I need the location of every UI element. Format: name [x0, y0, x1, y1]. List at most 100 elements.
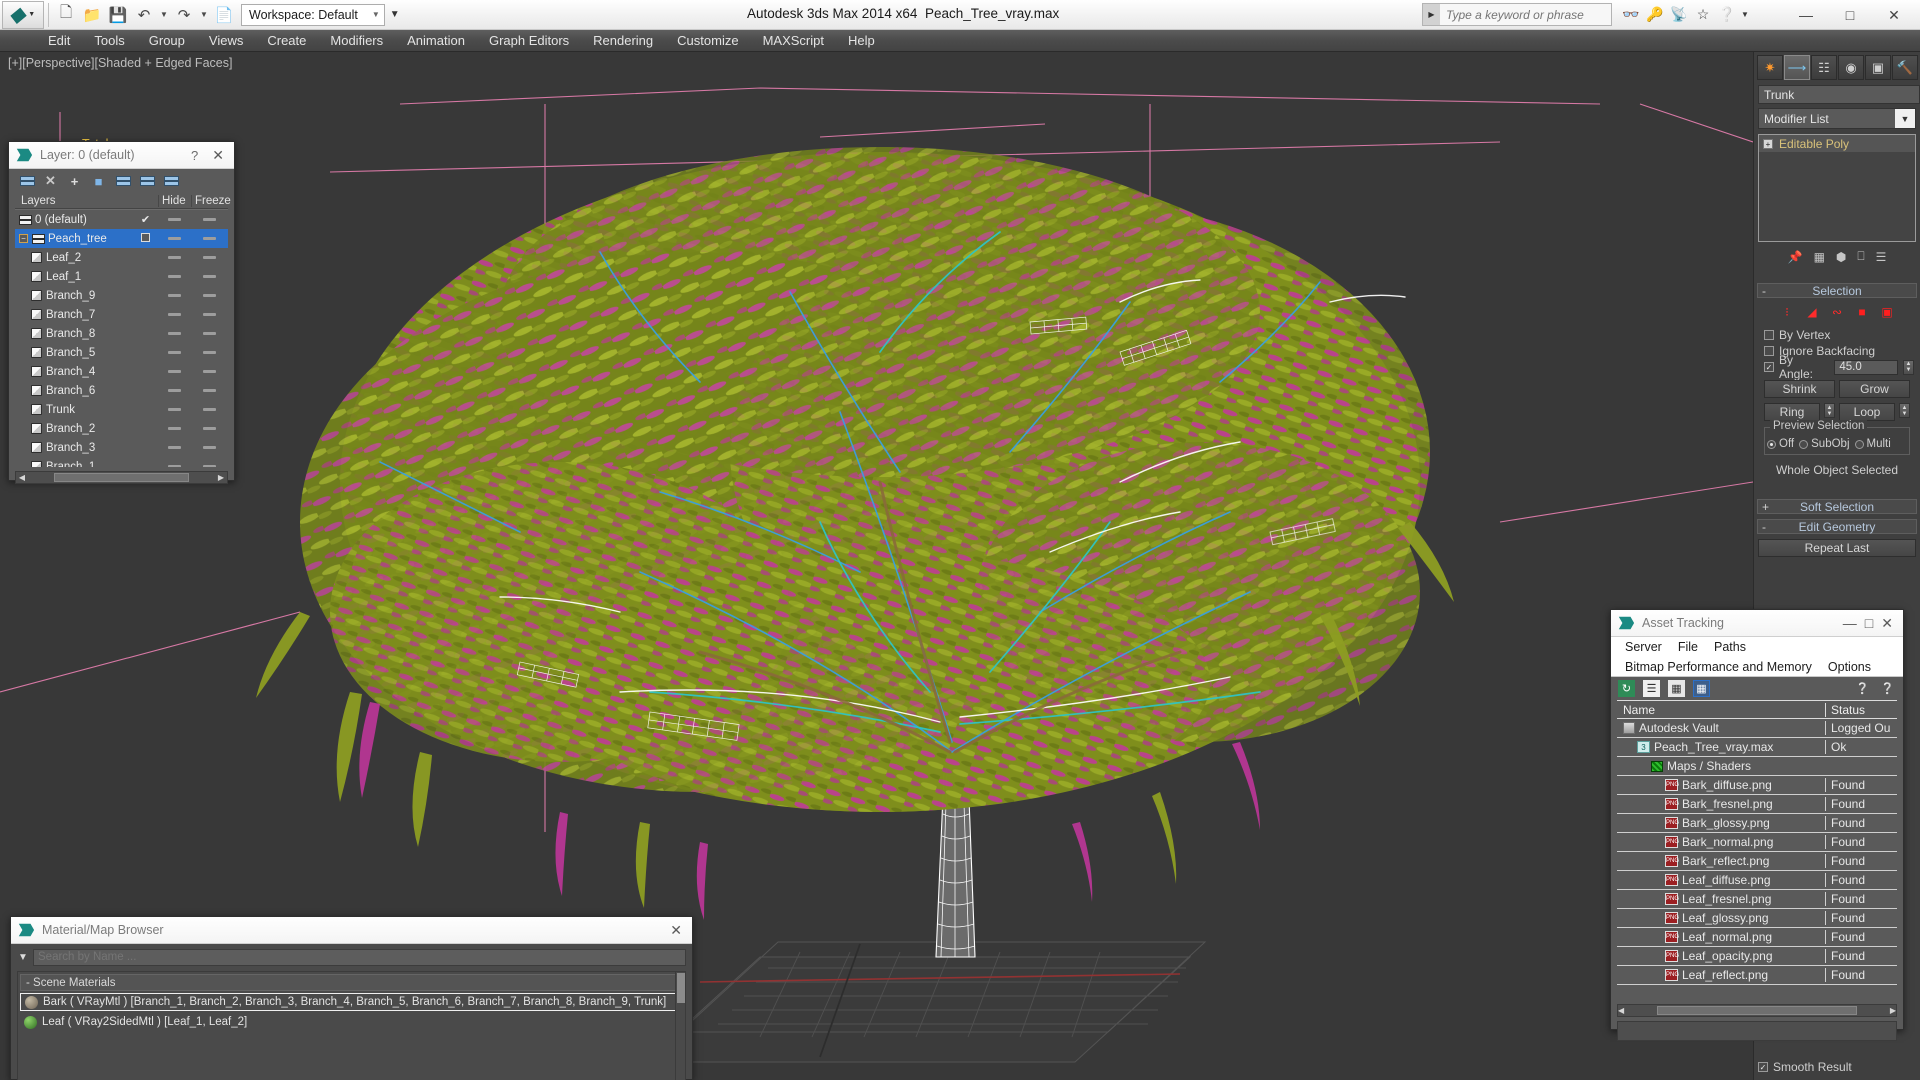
binoculars-icon[interactable]: 👓	[1620, 3, 1642, 26]
smooth-result-row[interactable]: ✓ Smooth Result	[1758, 1060, 1852, 1074]
layer-row-name-cell[interactable]: Branch_2	[15, 423, 133, 435]
layer-row-name-cell[interactable]: Trunk	[15, 404, 133, 416]
asset-row-name-cell[interactable]: Maps / Shaders	[1617, 759, 1825, 773]
asset-row[interactable]: PNG Bark_fresnel.png Found	[1617, 795, 1897, 814]
create-tab[interactable]: ✷	[1757, 55, 1783, 80]
layer-row[interactable]: Branch_3	[15, 438, 228, 457]
asset-row[interactable]: PNG Bark_normal.png Found	[1617, 833, 1897, 852]
collapse-icon[interactable]: -	[1762, 520, 1766, 534]
search-input[interactable]	[1440, 4, 1611, 25]
layer-row[interactable]: Trunk	[15, 400, 228, 419]
scroll-right-icon[interactable]: ▶	[1890, 1006, 1896, 1015]
layer-hide-toggle[interactable]	[158, 332, 191, 335]
layer-row[interactable]: Branch_2	[15, 419, 228, 438]
asset-row[interactable]: Autodesk Vault Logged Ou	[1617, 719, 1897, 738]
preview-option-multi[interactable]: Multi	[1854, 438, 1891, 450]
asset-row[interactable]: PNG Leaf_diffuse.png Found	[1617, 871, 1897, 890]
asset-row[interactable]: PNG Bark_diffuse.png Found	[1617, 776, 1897, 795]
shrink-button[interactable]: Shrink	[1764, 380, 1835, 398]
layer-properties-icon[interactable]	[163, 174, 179, 189]
layer-freeze-toggle[interactable]	[191, 427, 228, 430]
layer-freeze-toggle[interactable]	[191, 446, 228, 449]
refresh-icon[interactable]: ↻	[1618, 680, 1635, 697]
asset-row-name-cell[interactable]: PNG Leaf_opacity.png	[1617, 949, 1825, 963]
layer-row-name-cell[interactable]: Branch_9	[15, 290, 133, 302]
pin-stack-icon[interactable]: 📌	[1788, 250, 1803, 264]
layer-row-name-cell[interactable]: Branch_8	[15, 328, 133, 340]
menu-item-tools[interactable]: Tools	[82, 30, 136, 52]
help-assets-icon[interactable]: ❔	[1854, 680, 1871, 697]
menu-item-edit[interactable]: Edit	[36, 30, 82, 52]
material-browser-titlebar[interactable]: Material/Map Browser ✕	[11, 917, 692, 944]
asset-tracking-titlebar[interactable]: Asset Tracking — □ ✕	[1611, 610, 1903, 637]
grow-button[interactable]: Grow	[1839, 380, 1910, 398]
show-end-result-icon[interactable]: ▦	[1814, 250, 1825, 264]
app-logo-button[interactable]: ◆ ▼	[2, 0, 44, 29]
ring-spinner[interactable]: ▲ ▼	[1824, 403, 1835, 418]
save-file-button[interactable]: 💾	[105, 2, 131, 28]
maximize-button[interactable]: □	[1828, 0, 1872, 30]
by-vertex-row[interactable]: By Vertex	[1764, 327, 1914, 343]
layer-freeze-toggle[interactable]	[191, 408, 228, 411]
hierarchy-tab[interactable]: ☷	[1811, 55, 1837, 80]
material-vscrollbar[interactable]	[675, 972, 685, 1080]
collapse-icon[interactable]: -	[1762, 284, 1766, 298]
layer-row-name-cell[interactable]: Branch_4	[15, 366, 133, 378]
layer-row[interactable]: Branch_7	[15, 305, 228, 324]
layer-freeze-toggle[interactable]	[191, 332, 228, 335]
layer-hscrollbar[interactable]: ◀ ▶	[15, 471, 228, 484]
asset-hscrollbar[interactable]: ◀ ▶	[1617, 1004, 1897, 1017]
modifier-list-dropdown[interactable]: Modifier List ▼	[1758, 108, 1916, 129]
rollout-edit-geometry[interactable]: - Edit Geometry	[1757, 519, 1917, 534]
menu-item-graph-editors[interactable]: Graph Editors	[477, 30, 581, 52]
help-icon[interactable]: ❔	[1716, 3, 1738, 26]
layer-hide-toggle[interactable]	[158, 218, 191, 221]
asset-row[interactable]: PNG Leaf_glossy.png Found	[1617, 909, 1897, 928]
chevron-down-icon[interactable]: ▼	[1895, 109, 1915, 128]
layer-freeze-toggle[interactable]	[191, 256, 228, 259]
layer-hide-toggle[interactable]	[158, 427, 191, 430]
layer-hide-toggle[interactable]	[158, 294, 191, 297]
ring-button[interactable]: Ring	[1764, 403, 1820, 421]
modifier-stack-item-editable-poly[interactable]: + Editable Poly	[1759, 135, 1915, 152]
menu-item-views[interactable]: Views	[197, 30, 255, 52]
expand-icon[interactable]: +	[1763, 138, 1773, 149]
grid-view-icon[interactable]: ▦	[1693, 680, 1710, 697]
select-objects-in-layer-icon[interactable]: ■	[91, 174, 106, 189]
layer-hide-toggle[interactable]	[158, 256, 191, 259]
asset-row-name-cell[interactable]: Autodesk Vault	[1617, 721, 1825, 735]
maximize-icon[interactable]: □	[1861, 615, 1877, 631]
asset-row-name-cell[interactable]: PNG Leaf_glossy.png	[1617, 911, 1825, 925]
column-status[interactable]: Status	[1825, 702, 1897, 717]
loop-button[interactable]: Loop	[1839, 403, 1895, 421]
layer-freeze-toggle[interactable]	[191, 275, 228, 278]
layer-hide-toggle[interactable]	[158, 313, 191, 316]
menu-item-modifiers[interactable]: Modifiers	[318, 30, 395, 52]
layer-row[interactable]: 0 (default) ✔	[15, 210, 228, 229]
element-icon[interactable]: ▣	[1879, 304, 1896, 319]
menu-item-group[interactable]: Group	[137, 30, 197, 52]
redo-dropdown-icon[interactable]: ▼	[197, 2, 211, 28]
layer-row-name-cell[interactable]: Branch_7	[15, 309, 133, 321]
smooth-result-checkbox[interactable]: ✓	[1758, 1062, 1768, 1072]
new-layer-icon[interactable]	[19, 174, 35, 189]
layer-hide-toggle[interactable]	[158, 275, 191, 278]
open-file-button[interactable]: 📁	[79, 2, 105, 28]
layer-list[interactable]: 0 (default) ✔ − Peach_tree Leaf_2 Leaf_1 Branc…	[15, 209, 228, 467]
asset-menu-bitmap-performance[interactable]: Bitmap Performance and Memory	[1617, 660, 1820, 674]
layer-hide-toggle[interactable]	[158, 351, 191, 354]
layer-row-name-cell[interactable]: 0 (default)	[15, 214, 133, 226]
asset-tracking-dialog[interactable]: Asset Tracking — □ ✕ Server File Paths B…	[1610, 609, 1904, 1041]
repeat-last-button[interactable]: Repeat Last	[1758, 539, 1916, 557]
layer-row[interactable]: − Peach_tree	[15, 229, 228, 248]
by-angle-spinner[interactable]: ▲ ▼	[1903, 359, 1914, 375]
layer-row-name-cell[interactable]: Leaf_1	[15, 271, 133, 283]
material-list[interactable]: - Scene Materials Bark ( VRayMtl ) [Bran…	[17, 971, 686, 1080]
layer-row-name-cell[interactable]: Branch_1	[15, 461, 133, 467]
close-button[interactable]: ✕	[1872, 0, 1916, 30]
preview-option-subobj[interactable]: SubObj	[1799, 438, 1850, 450]
rollout-selection[interactable]: - Selection	[1757, 283, 1917, 298]
layer-row-name-cell[interactable]: Branch_5	[15, 347, 133, 359]
layer-freeze-toggle[interactable]	[191, 389, 228, 392]
layer-freeze-toggle[interactable]	[191, 465, 228, 467]
